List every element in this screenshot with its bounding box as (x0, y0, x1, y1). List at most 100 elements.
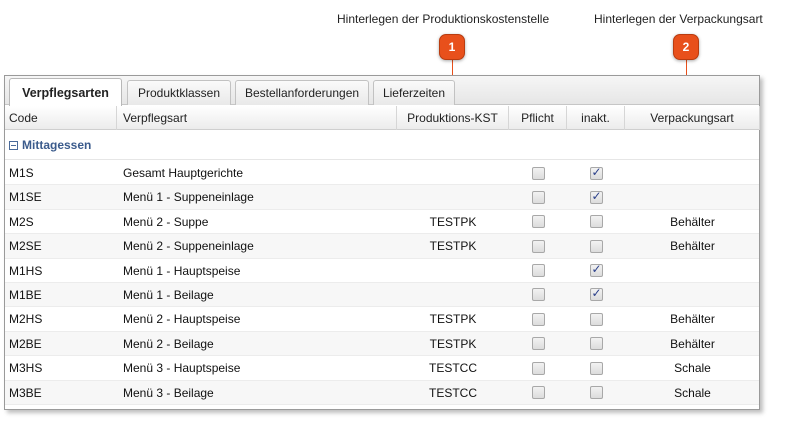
produktions-kst-cell (397, 283, 509, 307)
inakt-cell (567, 332, 625, 356)
pflicht-cell (509, 381, 567, 405)
pflicht-cell (509, 234, 567, 258)
inakt-checkbox[interactable] (589, 361, 603, 375)
produktions-kst-cell: TESTPK (429, 239, 477, 254)
code-cell: M3BE (9, 385, 42, 400)
column-header-produktions-kst[interactable]: Produktions-KST (397, 106, 509, 130)
inakt-checkbox[interactable] (589, 386, 603, 400)
inakt-checkbox[interactable] (589, 165, 603, 180)
table-row[interactable]: M1S Gesamt Hauptgerichte (5, 161, 760, 186)
tab-bestellanforderungen[interactable]: Bestellanforderungen (235, 80, 369, 105)
produktions-kst-cell: TESTCC (429, 361, 477, 376)
table-row[interactable]: M2HS Menü 2 - Hauptspeise TESTPK Behälter (5, 307, 759, 332)
code-cell: M1SE (9, 190, 42, 205)
table-row[interactable]: M2BE Menü 2 - Beilage TESTPK Behälter (5, 331, 759, 357)
pflicht-checkbox[interactable] (531, 312, 545, 326)
pflicht-cell (509, 307, 567, 331)
verpflegsart-cell: Menü 3 - Beilage (123, 385, 214, 400)
inakt-checkbox[interactable] (589, 286, 603, 302)
verpflegsart-cell: Menü 3 - Hauptspeise (123, 361, 241, 376)
table-row[interactable]: M1HS Menü 1 - Hauptspeise (5, 259, 759, 283)
pflicht-checkbox[interactable] (531, 361, 545, 375)
tab-verpflegsarten[interactable]: Verpflegsarten (9, 78, 122, 106)
produktions-kst-cell: TESTPK (429, 336, 477, 351)
inakt-cell (567, 259, 625, 283)
verpackungsart-cell: Behälter (670, 239, 715, 254)
column-header-pflicht[interactable]: Pflicht (509, 106, 567, 130)
pflicht-cell (509, 185, 567, 209)
code-cell: M1HS (9, 263, 43, 278)
code-cell: M2S (9, 214, 34, 229)
pflicht-checkbox[interactable] (531, 166, 545, 180)
code-cell: M2SE (9, 239, 42, 254)
verpflegsarten-panel: Verpflegsarten Produktklassen Bestellanf… (4, 75, 760, 410)
pflicht-checkbox[interactable] (531, 215, 545, 229)
table-row[interactable]: M1SE Menü 1 - Suppeneinlage (5, 185, 759, 210)
pflicht-cell (509, 283, 567, 307)
pflicht-checkbox[interactable] (531, 337, 545, 351)
inakt-cell (567, 161, 625, 185)
verpackungsart-cell (625, 259, 760, 283)
inakt-checkbox[interactable] (589, 239, 603, 253)
table-header: Code Verpflegsart Produktions-KST Pflich… (5, 106, 760, 130)
inakt-checkbox[interactable] (589, 215, 603, 229)
verpackungsart-cell: Schale (674, 385, 711, 400)
pflicht-cell (509, 210, 567, 234)
code-cell: M1S (9, 166, 34, 180)
inakt-cell (567, 307, 625, 331)
pflicht-checkbox[interactable] (531, 288, 545, 302)
callout-1-text: Hinterlegen der Produktionskostenstelle (337, 12, 550, 26)
verpackungsart-cell: Schale (674, 361, 711, 376)
pflicht-checkbox[interactable] (531, 190, 545, 204)
verpflegsart-cell: Menü 2 - Suppeneinlage (123, 239, 254, 254)
produktions-kst-cell (397, 259, 509, 283)
table-row[interactable]: M1BE Menü 1 - Beilage (5, 282, 760, 308)
table-row[interactable]: M3HS Menü 3 - Hauptspeise TESTCC Schale (5, 356, 759, 381)
code-cell: M2BE (9, 336, 42, 351)
inakt-checkbox[interactable] (589, 262, 603, 278)
group-label: Mittagessen (22, 138, 92, 152)
tab-lieferzeiten[interactable]: Lieferzeiten (373, 80, 455, 105)
inakt-cell (567, 381, 625, 405)
column-header-verpflegsart[interactable]: Verpflegsart (117, 106, 397, 130)
verpflegsart-cell: Gesamt Hauptgerichte (123, 166, 244, 180)
callout-1-marker: 1 (439, 34, 465, 60)
pflicht-cell (509, 259, 567, 283)
pflicht-checkbox[interactable] (531, 264, 545, 278)
verpackungsart-cell (625, 161, 760, 185)
verpackungsart-cell (625, 283, 760, 307)
group-row-mittagessen[interactable]: Mittagessen (5, 131, 759, 160)
verpflegsart-cell: Menü 2 - Hauptspeise (123, 312, 241, 327)
pflicht-cell (509, 161, 567, 185)
callout-2-marker: 2 (673, 34, 699, 60)
column-header-verpackungsart[interactable]: Verpackungsart (625, 106, 760, 130)
column-header-inakt[interactable]: inakt. (567, 106, 625, 130)
column-header-code[interactable]: Code (5, 106, 117, 130)
tab-bar: Verpflegsarten Produktklassen Bestellanf… (5, 76, 759, 106)
produktions-kst-cell (397, 161, 509, 185)
table-row[interactable]: M3BE Menü 3 - Beilage TESTCC Schale (5, 380, 759, 405)
verpflegsart-cell: Menü 1 - Hauptspeise (123, 263, 241, 278)
minus-icon[interactable] (9, 140, 18, 150)
table-row[interactable]: M2SE Menü 2 - Suppeneinlage TESTPK Behälter (5, 234, 759, 259)
pflicht-checkbox[interactable] (531, 239, 545, 253)
verpflegsart-cell: Menü 1 - Suppeneinlage (123, 190, 254, 205)
verpackungsart-cell: Behälter (670, 336, 715, 351)
inakt-checkbox[interactable] (589, 337, 603, 351)
pflicht-checkbox[interactable] (531, 386, 545, 400)
verpackungsart-cell: Behälter (670, 214, 715, 229)
inakt-checkbox[interactable] (589, 312, 603, 326)
inakt-checkbox[interactable] (589, 189, 603, 204)
produktions-kst-cell: TESTCC (429, 385, 477, 400)
verpflegsart-cell: Menü 2 - Suppe (123, 214, 209, 229)
callout-2-text: Hinterlegen der Verpackungsart (594, 12, 763, 26)
code-cell: M1BE (9, 287, 42, 302)
inakt-cell (567, 283, 625, 307)
tab-produktklassen[interactable]: Produktklassen (127, 80, 231, 105)
table-row[interactable]: M2S Menü 2 - Suppe TESTPK Behälter (5, 210, 759, 235)
inakt-cell (567, 234, 625, 258)
produktions-kst-cell: TESTPK (429, 312, 477, 327)
code-cell: M2HS (9, 312, 43, 327)
code-cell: M3HS (9, 361, 43, 376)
inakt-cell (567, 210, 625, 234)
